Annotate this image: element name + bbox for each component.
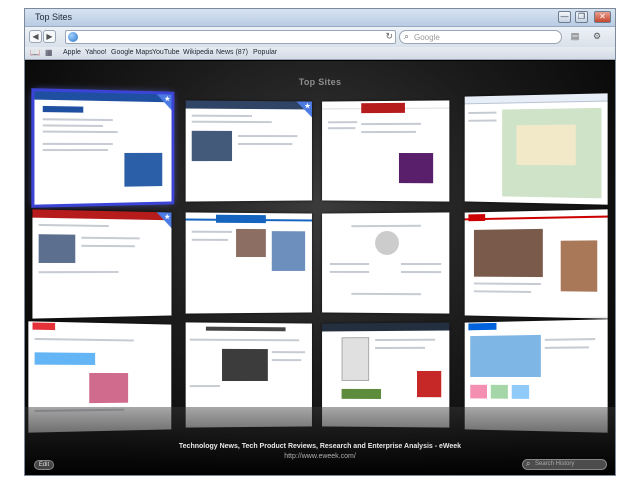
page-menu-icon[interactable]: ▤ [568,30,582,43]
forward-button[interactable]: ▶ [43,30,56,43]
top-site-thumbnail[interactable] [464,93,608,205]
close-button[interactable]: ✕ [594,11,611,23]
maximize-button[interactable]: ❐ [575,11,588,23]
bookmark-yahoo[interactable]: Yahoo! [85,49,107,56]
bookmark-popular[interactable]: Popular [253,49,277,56]
top-sites-grid-icon[interactable]: ▦ [45,48,53,57]
top-site-thumbnail[interactable] [322,212,450,314]
top-site-thumbnail[interactable] [32,209,172,319]
settings-icon[interactable]: ⚙ [590,30,604,43]
book-icon[interactable]: 📖 [30,48,40,57]
bookmarks-bar: 📖 ▦ Apple Yahoo! Google Maps YouTube Wik… [25,47,615,60]
bookmark-news[interactable]: News (87) [216,49,248,56]
edit-button[interactable]: Edit [34,460,54,470]
minimize-button[interactable]: — [558,11,571,23]
bookmark-google-maps[interactable]: Google Maps [111,49,153,56]
search-icon: ⌕ [404,31,410,41]
top-site-thumbnail[interactable] [31,88,175,208]
selected-site-title: Technology News, Tech Product Reviews, R… [178,443,462,450]
toolbar: ◀ ▶ ↻ ⌕ Google ▤ ⚙ [25,27,615,47]
star-icon [156,212,172,229]
title-bar: Top Sites — ❐ ✕ [25,9,615,27]
site-header-bar [34,91,172,103]
window-title: Top Sites [35,12,73,22]
top-site-thumbnail[interactable] [322,100,450,202]
search-field[interactable]: ⌕ Google [399,30,562,44]
address-bar[interactable]: ↻ [65,30,396,44]
bookmark-wikipedia[interactable]: Wikipedia [183,49,213,56]
refresh-icon[interactable]: ↻ [385,31,393,42]
history-search-placeholder: Search History [535,461,575,467]
star-icon [296,101,312,118]
search-icon: ⌕ [526,459,531,468]
top-site-thumbnail[interactable] [185,212,312,314]
globe-icon [68,32,78,42]
top-site-thumbnail[interactable] [185,100,312,202]
browser-window: Top Sites — ❐ ✕ ◀ ▶ ↻ ⌕ Google ▤ ⚙ 📖 ▦ A… [24,8,616,476]
top-sites-heading: Top Sites [298,77,342,87]
top-sites-view: Top Sites ★ ★ ★ Technology News, Tech Pr… [25,61,615,475]
search-placeholder: Google [414,33,440,42]
back-button[interactable]: ◀ [29,30,42,43]
history-search-input[interactable]: ⌕ Search History [522,459,607,470]
bookmark-apple[interactable]: Apple [63,49,81,56]
top-site-thumbnail[interactable] [464,209,608,319]
bookmark-youtube[interactable]: YouTube [152,49,180,56]
star-icon [156,94,172,111]
